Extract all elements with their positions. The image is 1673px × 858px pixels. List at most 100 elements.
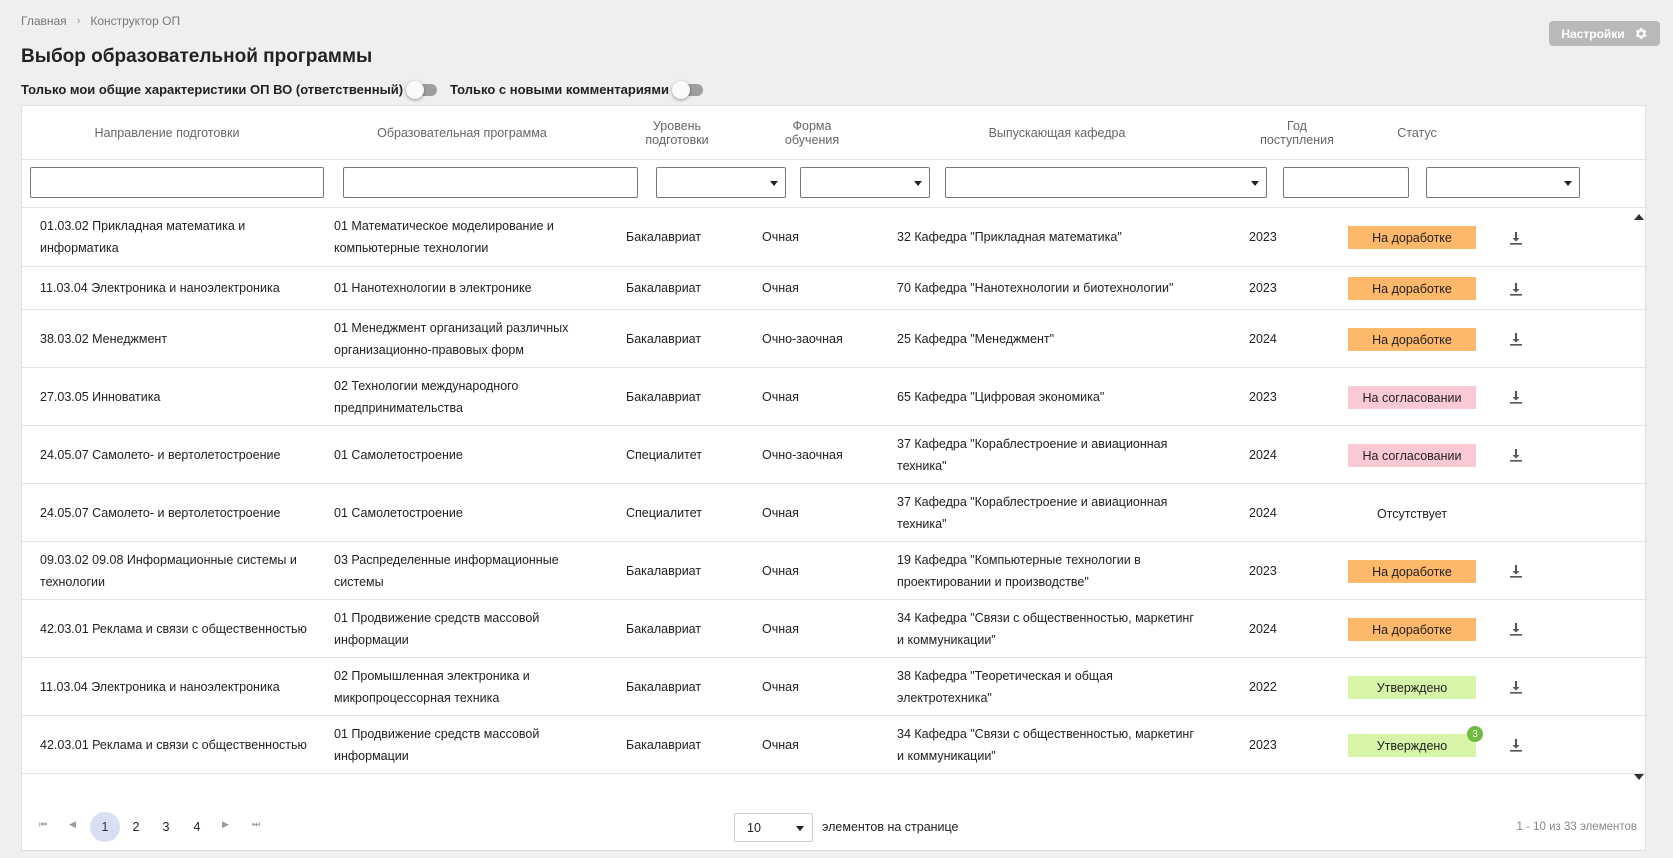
- pagination: ⏮ ◀ 1 2 3 4 ▶ ⏭ 10 элементов на странице…: [22, 801, 1647, 851]
- status-label: На доработке: [1372, 332, 1452, 347]
- toggle-knob: [672, 80, 690, 99]
- scroll-up-arrow[interactable]: [1634, 214, 1644, 220]
- filter-year-input[interactable]: [1283, 167, 1409, 198]
- next-page-icon[interactable]: ▶: [222, 819, 229, 830]
- filter-level-select[interactable]: [656, 167, 786, 198]
- cell-form: Очно-заочная: [762, 447, 843, 462]
- download-icon[interactable]: [1509, 680, 1523, 694]
- cell-form: Очная: [762, 389, 799, 404]
- cell-direction: 24.05.07 Самолето- и вертолетостроение: [40, 505, 281, 520]
- toggle-new-comments: Только с новыми комментариями: [450, 80, 716, 99]
- filter-direction-input[interactable]: [30, 167, 324, 198]
- status-label: На доработке: [1372, 564, 1452, 579]
- cell-form: Очная: [762, 563, 799, 578]
- table-row[interactable]: 11.03.04 Электроника и наноэлектроника 01…: [22, 267, 1647, 310]
- cell-year: 2024: [1249, 505, 1277, 520]
- status-label: Утверждено: [1376, 738, 1448, 753]
- cell-program: 01 Самолетостроение: [334, 447, 463, 462]
- download-icon[interactable]: [1509, 390, 1523, 404]
- column-header-year[interactable]: Год поступления: [1257, 106, 1337, 160]
- breadcrumb-home-link[interactable]: Главная: [21, 14, 67, 28]
- breadcrumb-current: Конструктор ОП: [90, 14, 181, 28]
- cell-form: Очная: [762, 621, 799, 636]
- table-row[interactable]: 42.03.01 Реклама и связи с общественност…: [22, 600, 1647, 658]
- download-icon[interactable]: [1509, 622, 1523, 636]
- cell-department: 34 Кафедра "Связи с общественностью, мар…: [897, 610, 1194, 647]
- page-button-3[interactable]: 3: [151, 812, 181, 842]
- table-row[interactable]: 42.03.01 Реклама и связи с общественност…: [22, 716, 1647, 774]
- cell-level: Бакалавриат: [626, 679, 702, 694]
- table-row[interactable]: 11.03.04 Электроника и наноэлектроника 02…: [22, 658, 1647, 716]
- column-header-level[interactable]: Уровень подготовки: [637, 106, 717, 160]
- status-badge: На доработке: [1348, 560, 1476, 583]
- column-header-program[interactable]: Образовательная программа: [322, 106, 602, 160]
- settings-label: Настройки: [1561, 26, 1625, 41]
- toggle-my-characteristics-switch[interactable]: [406, 80, 438, 99]
- filter-form-select[interactable]: [800, 167, 930, 198]
- cell-department: 37 Кафедра "Кораблестроение и авиационна…: [897, 494, 1168, 531]
- toggle-new-comments-switch[interactable]: [672, 80, 703, 99]
- scroll-down-arrow[interactable]: [1634, 774, 1644, 780]
- table-row[interactable]: 27.03.05 Инноватика 02 Технологии междуна…: [22, 368, 1647, 426]
- download-icon[interactable]: [1509, 448, 1523, 462]
- page-button-4[interactable]: 4: [182, 812, 212, 842]
- cell-program: 01 Менеджмент организаций различных орга…: [334, 320, 569, 357]
- cell-department: 37 Кафедра "Кораблестроение и авиационна…: [897, 436, 1168, 473]
- first-page-icon[interactable]: ⏮: [39, 819, 47, 830]
- page-button-2[interactable]: 2: [121, 812, 151, 842]
- cell-department: 34 Кафедра "Связи с общественностью, мар…: [897, 726, 1194, 763]
- page-button-1[interactable]: 1: [90, 812, 120, 842]
- pagination-total: 1 - 10 из 33 элементов: [1516, 821, 1638, 833]
- download-icon[interactable]: [1509, 282, 1523, 296]
- status-label: Утверждено: [1376, 680, 1448, 695]
- cell-direction: 42.03.01 Реклама и связи с общественност…: [40, 737, 307, 752]
- column-header-form[interactable]: Форма обучения: [777, 106, 847, 160]
- cell-direction: 01.03.02 Прикладная математика и информа…: [40, 219, 246, 255]
- download-icon[interactable]: [1509, 564, 1523, 578]
- page-size-label: элементов на странице: [822, 820, 959, 834]
- filter-department-select[interactable]: [945, 167, 1267, 198]
- table-row[interactable]: 01.03.02 Прикладная математика и информа…: [22, 208, 1647, 267]
- status-label: На доработке: [1372, 230, 1452, 245]
- vertical-scrollbar[interactable]: [1631, 208, 1645, 780]
- cell-department: 19 Кафедра "Компьютерные технологии в пр…: [897, 552, 1141, 589]
- cell-program: 01 Математическое моделирование и компью…: [334, 219, 554, 255]
- download-icon[interactable]: [1509, 738, 1523, 752]
- cell-department: 38 Кафедра "Теоретическая и общая электр…: [897, 668, 1113, 705]
- cell-program: 01 Самолетостроение: [334, 505, 463, 520]
- table-row[interactable]: 24.05.07 Самолето- и вертолетостроение 01…: [22, 426, 1647, 484]
- column-header-department[interactable]: Выпускающая кафедра: [892, 106, 1222, 160]
- table-row[interactable]: 09.03.02 09.08 Информационные системы и …: [22, 542, 1647, 600]
- column-header-direction[interactable]: Направление подготовки: [22, 106, 312, 160]
- table-row[interactable]: 38.03.02 Менеджмент 01 Менеджмент организ…: [22, 310, 1647, 368]
- cell-program: 01 Продвижение средств массовой информац…: [334, 610, 540, 647]
- cell-form: Очная: [762, 230, 799, 244]
- status-label: Отсутствует: [1376, 506, 1448, 521]
- status-badge: На согласовании: [1348, 386, 1476, 409]
- cell-year: 2023: [1249, 737, 1277, 752]
- breadcrumb-separator: ›: [76, 15, 81, 27]
- filter-program-input[interactable]: [343, 167, 638, 198]
- download-icon[interactable]: [1509, 332, 1523, 346]
- cell-form: Очная: [762, 505, 799, 520]
- prev-page-icon[interactable]: ◀: [69, 819, 76, 830]
- status-label: На согласовании: [1362, 448, 1462, 463]
- cell-direction: 27.03.05 Инноватика: [40, 389, 161, 404]
- cell-year: 2023: [1249, 281, 1277, 295]
- status-badge: На доработке: [1348, 277, 1476, 300]
- settings-button[interactable]: Настройки: [1549, 21, 1660, 46]
- gear-icon: [1635, 28, 1647, 39]
- cell-form: Очно-заочная: [762, 331, 843, 346]
- table-row[interactable]: 24.05.07 Самолето- и вертолетостроение 01…: [22, 484, 1647, 542]
- status-label: На согласовании: [1362, 390, 1462, 405]
- download-icon[interactable]: [1509, 231, 1523, 245]
- column-header-status[interactable]: Статус: [1377, 106, 1457, 160]
- last-page-icon[interactable]: ⏭: [252, 819, 260, 830]
- page-size-select[interactable]: 10: [734, 813, 813, 842]
- toggle-filters: Только мои общие характеристики ОП ВО (о…: [21, 80, 716, 99]
- status-badge: Утверждено 3: [1348, 726, 1483, 757]
- filter-status-select[interactable]: [1426, 167, 1580, 198]
- comment-count-badge[interactable]: 3: [1467, 726, 1483, 742]
- cell-direction: 38.03.02 Менеджмент: [40, 331, 168, 346]
- cell-form: Очная: [762, 281, 799, 295]
